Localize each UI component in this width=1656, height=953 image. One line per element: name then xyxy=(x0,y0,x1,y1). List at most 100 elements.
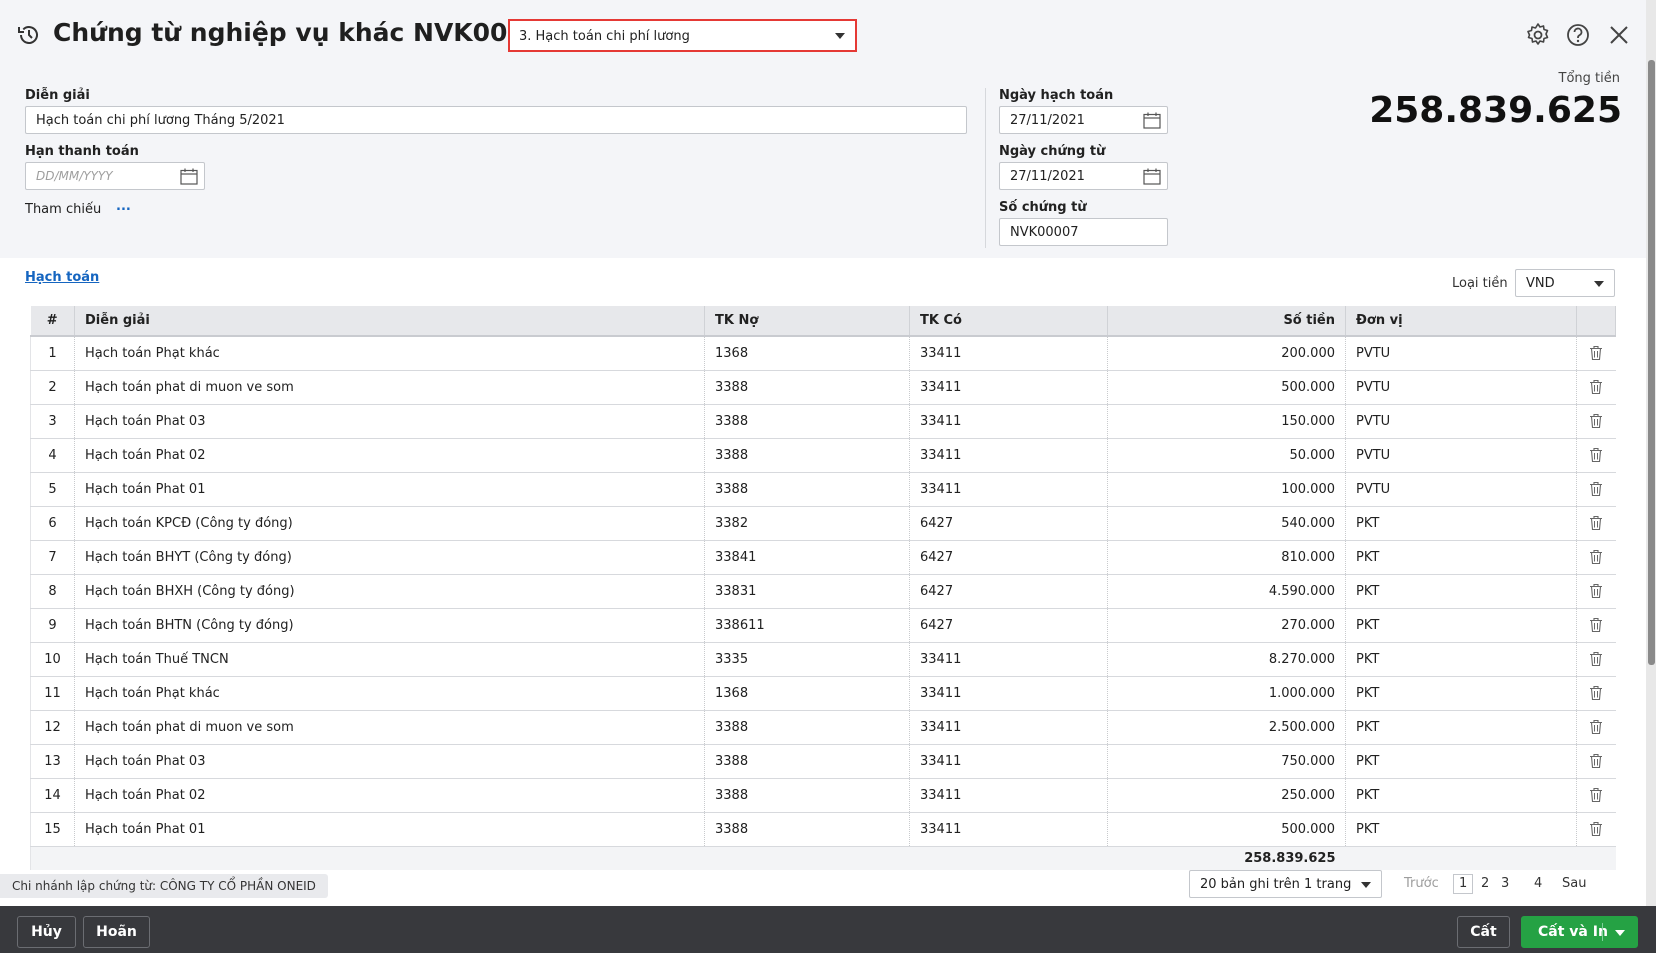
help-icon[interactable] xyxy=(1565,22,1591,48)
trash-icon[interactable] xyxy=(1589,481,1603,497)
table-row[interactable]: 1 Hạch toán Phạt khác 1368 33411 200.000 PVTU xyxy=(30,336,1616,371)
row-amount[interactable]: 250.000 xyxy=(1107,778,1346,813)
chevron-down-icon[interactable] xyxy=(1615,930,1625,936)
row-delete-button[interactable] xyxy=(1576,812,1616,847)
trash-icon[interactable] xyxy=(1589,515,1603,531)
row-delete-button[interactable] xyxy=(1576,404,1616,439)
row-delete-button[interactable] xyxy=(1576,506,1616,541)
row-amount[interactable]: 270.000 xyxy=(1107,608,1346,643)
row-debit-account[interactable]: 3335 xyxy=(704,642,910,677)
table-row[interactable]: 7 Hạch toán BHYT (Công ty đóng) 33841 6427 8… xyxy=(30,540,1616,575)
row-description[interactable]: Hạch toán Phat 01 xyxy=(74,472,705,507)
row-debit-account[interactable]: 3388 xyxy=(704,744,910,779)
row-description[interactable]: Hạch toán Phat 03 xyxy=(74,744,705,779)
row-debit-account[interactable]: 33841 xyxy=(704,540,910,575)
table-row[interactable]: 13 Hạch toán Phat 03 3388 33411 750.000 PKT xyxy=(30,744,1616,779)
row-debit-account[interactable]: 33831 xyxy=(704,574,910,609)
table-row[interactable]: 2 Hạch toán phat di muon ve som 3388 33411 5… xyxy=(30,370,1616,405)
scrollbar-thumb[interactable] xyxy=(1648,60,1655,665)
row-amount[interactable]: 8.270.000 xyxy=(1107,642,1346,677)
row-delete-button[interactable] xyxy=(1576,574,1616,609)
trash-icon[interactable] xyxy=(1589,651,1603,667)
voucher-number-input[interactable]: NVK00007 xyxy=(999,218,1168,246)
row-description[interactable]: Hạch toán Phat 02 xyxy=(74,438,705,473)
row-description[interactable]: Hạch toán Phạt khác xyxy=(74,676,705,711)
row-unit[interactable]: PKT xyxy=(1345,676,1577,711)
row-credit-account[interactable]: 33411 xyxy=(909,676,1108,711)
row-amount[interactable]: 50.000 xyxy=(1107,438,1346,473)
row-description[interactable]: Hạch toán phat di muon ve som xyxy=(74,370,705,405)
row-credit-account[interactable]: 33411 xyxy=(909,642,1108,677)
trash-icon[interactable] xyxy=(1589,617,1603,633)
row-unit[interactable]: PKT xyxy=(1345,778,1577,813)
row-unit[interactable]: PKT xyxy=(1345,506,1577,541)
row-unit[interactable]: PKT xyxy=(1345,574,1577,609)
table-row[interactable]: 12 Hạch toán phat di muon ve som 3388 33411… xyxy=(30,710,1616,745)
trash-icon[interactable] xyxy=(1589,549,1603,565)
row-debit-account[interactable]: 3388 xyxy=(704,370,910,405)
row-credit-account[interactable]: 6427 xyxy=(909,506,1108,541)
row-credit-account[interactable]: 6427 xyxy=(909,574,1108,609)
row-amount[interactable]: 540.000 xyxy=(1107,506,1346,541)
row-description[interactable]: Hạch toán phat di muon ve som xyxy=(74,710,705,745)
row-unit[interactable]: PKT xyxy=(1345,744,1577,779)
row-delete-button[interactable] xyxy=(1576,676,1616,711)
calendar-icon[interactable] xyxy=(180,168,198,185)
col-header-amount[interactable]: Số tiền xyxy=(1107,306,1346,337)
row-amount[interactable]: 100.000 xyxy=(1107,472,1346,507)
history-icon[interactable] xyxy=(16,22,42,48)
row-unit[interactable]: PVTU xyxy=(1345,336,1577,371)
row-debit-account[interactable]: 3388 xyxy=(704,778,910,813)
row-amount[interactable]: 1.000.000 xyxy=(1107,676,1346,711)
row-credit-account[interactable]: 33411 xyxy=(909,404,1108,439)
trash-icon[interactable] xyxy=(1589,685,1603,701)
tab-hach-toan[interactable]: Hạch toán xyxy=(25,270,99,285)
table-row[interactable]: 8 Hạch toán BHXH (Công ty đóng) 33831 6427 4… xyxy=(30,574,1616,609)
page-2-button[interactable]: 2 xyxy=(1481,876,1489,891)
row-delete-button[interactable] xyxy=(1576,642,1616,677)
row-credit-account[interactable]: 33411 xyxy=(909,778,1108,813)
undo-button[interactable]: Hoãn xyxy=(83,916,150,948)
row-unit[interactable]: PVTU xyxy=(1345,370,1577,405)
trash-icon[interactable] xyxy=(1589,821,1603,837)
calendar-icon[interactable] xyxy=(1143,168,1161,185)
row-unit[interactable]: PVTU xyxy=(1345,472,1577,507)
description-input[interactable]: Hạch toán chi phí lương Tháng 5/2021 xyxy=(25,106,967,134)
row-debit-account[interactable]: 3388 xyxy=(704,404,910,439)
row-debit-account[interactable]: 3382 xyxy=(704,506,910,541)
row-description[interactable]: Hạch toán BHTN (Công ty đóng) xyxy=(74,608,705,643)
voucher-date-input[interactable]: 27/11/2021 xyxy=(999,162,1168,190)
trash-icon[interactable] xyxy=(1589,719,1603,735)
cancel-button[interactable]: Hủy xyxy=(17,916,76,948)
col-header-debit[interactable]: TK Nợ xyxy=(704,306,910,337)
table-row[interactable]: 3 Hạch toán Phat 03 3388 33411 150.000 PVTU xyxy=(30,404,1616,439)
reference-link[interactable]: ... xyxy=(116,199,131,214)
table-row[interactable]: 11 Hạch toán Phạt khác 1368 33411 1.000.000 P… xyxy=(30,676,1616,711)
table-row[interactable]: 9 Hạch toán BHTN (Công ty đóng) 338611 6427… xyxy=(30,608,1616,643)
row-unit[interactable]: PVTU xyxy=(1345,404,1577,439)
row-debit-account[interactable]: 338611 xyxy=(704,608,910,643)
prev-page-button[interactable]: Trước xyxy=(1404,876,1439,891)
row-description[interactable]: Hạch toán BHXH (Công ty đóng) xyxy=(74,574,705,609)
table-row[interactable]: 14 Hạch toán Phat 02 3388 33411 250.000 PKT xyxy=(30,778,1616,813)
row-debit-account[interactable]: 1368 xyxy=(704,336,910,371)
row-delete-button[interactable] xyxy=(1576,778,1616,813)
col-header-credit[interactable]: TK Có xyxy=(909,306,1108,337)
trash-icon[interactable] xyxy=(1589,413,1603,429)
trash-icon[interactable] xyxy=(1589,753,1603,769)
row-description[interactable]: Hạch toán Thuế TNCN xyxy=(74,642,705,677)
row-debit-account[interactable]: 3388 xyxy=(704,812,910,847)
row-description[interactable]: Hạch toán BHYT (Công ty đóng) xyxy=(74,540,705,575)
row-unit[interactable]: PVTU xyxy=(1345,438,1577,473)
row-delete-button[interactable] xyxy=(1576,438,1616,473)
table-row[interactable]: 4 Hạch toán Phat 02 3388 33411 50.000 PVTU xyxy=(30,438,1616,473)
row-delete-button[interactable] xyxy=(1576,370,1616,405)
col-header-description[interactable]: Diễn giải xyxy=(74,306,705,337)
row-debit-account[interactable]: 3388 xyxy=(704,438,910,473)
trash-icon[interactable] xyxy=(1589,345,1603,361)
save-button[interactable]: Cất xyxy=(1457,916,1510,948)
table-row[interactable]: 5 Hạch toán Phat 01 3388 33411 100.000 PVTU xyxy=(30,472,1616,507)
calendar-icon[interactable] xyxy=(1143,112,1161,129)
row-credit-account[interactable]: 33411 xyxy=(909,812,1108,847)
row-amount[interactable]: 500.000 xyxy=(1107,812,1346,847)
